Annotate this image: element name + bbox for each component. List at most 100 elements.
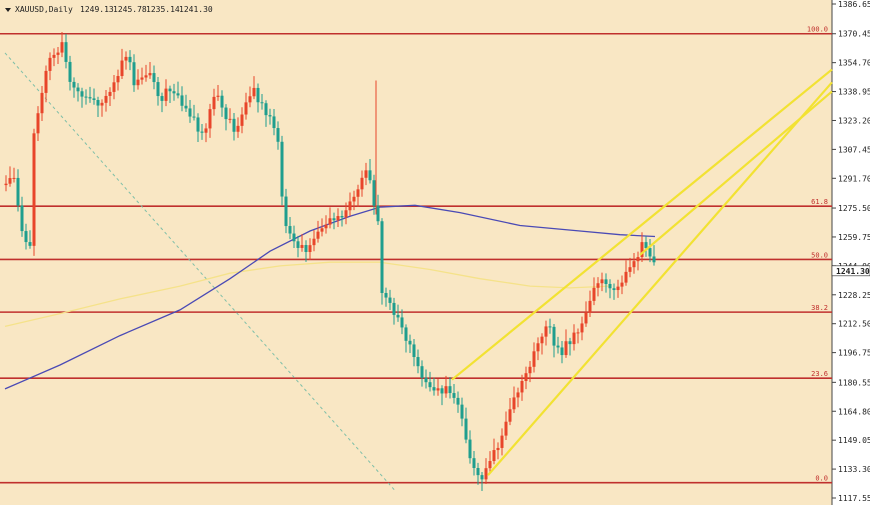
candle-body (452, 393, 456, 398)
candle-body (172, 91, 176, 94)
candle-body (80, 91, 84, 97)
candle-body (412, 344, 416, 358)
candle-body (628, 267, 632, 272)
candle-body (368, 170, 372, 181)
candle-body (316, 231, 320, 239)
candle-body (488, 461, 492, 469)
candle-body (100, 102, 104, 106)
candle-body (8, 178, 12, 184)
fib-level-label: 38.2 (811, 304, 828, 312)
ohlc-low: 1235.14 (146, 5, 180, 14)
candle-body (652, 256, 656, 263)
candle-body (292, 233, 296, 242)
price-tick-label: 1291.70 (838, 174, 870, 183)
candle-body (128, 56, 132, 63)
candle-body (144, 75, 148, 78)
candle-body (564, 341, 568, 356)
candle-body (88, 97, 92, 99)
candle-body (24, 231, 28, 243)
candle-body (12, 177, 16, 179)
candle-body (264, 103, 268, 116)
candle-body (148, 73, 152, 76)
candle-body (376, 205, 380, 222)
candle-body (152, 73, 156, 83)
ohlc-close: 1241.30 (179, 5, 213, 14)
candle-body (4, 183, 8, 186)
candle-body (408, 340, 412, 345)
candle-body (648, 248, 652, 257)
candle-body (384, 292, 388, 298)
candle-body (540, 336, 544, 344)
fib-level-label: 50.0 (811, 251, 828, 259)
candle-body (188, 108, 192, 117)
price-tick-label: 1338.95 (838, 88, 870, 97)
candle-body (64, 42, 68, 62)
plot-background (0, 0, 832, 505)
candle-body (240, 114, 244, 126)
candle-body (392, 302, 396, 315)
price-tick-label: 1133.30 (838, 465, 870, 474)
price-tick-label: 1370.45 (838, 30, 870, 39)
candle-body (164, 88, 168, 101)
price-tick-label: 1196.75 (838, 349, 870, 358)
candle-body (176, 93, 180, 96)
price-tick-label: 1354.70 (838, 59, 870, 68)
candle-body (536, 343, 540, 352)
candle-body (344, 210, 348, 218)
candle-body (616, 286, 620, 291)
candle-body (632, 261, 636, 268)
current-price-label: 1241.30 (836, 267, 870, 276)
candle-body (260, 102, 264, 104)
candle-body (104, 95, 108, 103)
candle-body (300, 245, 304, 248)
candle-body (184, 105, 188, 109)
candle-body (272, 116, 276, 129)
candle-body (44, 70, 48, 93)
candle-body (600, 279, 604, 284)
candle-body (552, 326, 556, 346)
candle-body (584, 312, 588, 324)
candle-body (360, 177, 364, 190)
ohlc-open: 1249.13 (80, 5, 114, 14)
candle-body (28, 242, 32, 246)
candle-body (324, 224, 328, 229)
candle-body (48, 57, 52, 71)
candle-body (424, 377, 428, 383)
candle-body (372, 180, 376, 206)
candle-body (556, 345, 560, 348)
candle-body (192, 116, 196, 118)
candle-body (588, 300, 592, 313)
candle-body (72, 81, 76, 88)
price-tick-label: 1323.20 (838, 116, 870, 125)
candle-body (96, 100, 100, 106)
candle-body (440, 388, 444, 394)
candle-body (352, 196, 356, 202)
candle-body (220, 95, 224, 108)
candle-body (236, 125, 240, 132)
axis-background (832, 0, 870, 505)
candle-body (340, 216, 344, 218)
candle-body (136, 79, 140, 86)
price-tick-label: 1275.50 (838, 204, 870, 213)
candle-body (304, 245, 308, 253)
candle-body (528, 366, 532, 374)
candle-body (308, 245, 312, 253)
candle-body (592, 287, 596, 301)
candle-body (636, 257, 640, 262)
candle-body (580, 323, 584, 333)
candle-body (280, 141, 284, 197)
candle-body (404, 327, 408, 341)
price-chart[interactable]: 100.0 61.8 50.0 38.2 23.6 0.0 1386.65 1370.45 1… (0, 0, 870, 505)
candle-body (464, 418, 468, 440)
candle-body (244, 102, 248, 115)
price-tick-label: 1228.25 (838, 291, 870, 300)
candle-body (56, 52, 60, 55)
candle-body (608, 283, 612, 289)
candle-body (400, 317, 404, 328)
candle-body (116, 76, 120, 83)
candle-body (256, 87, 260, 103)
fib-level-label: 0.0 (815, 475, 828, 483)
chart-container[interactable]: 100.0 61.8 50.0 38.2 23.6 0.0 1386.65 1370.45 1… (0, 0, 870, 505)
candle-body (568, 341, 572, 345)
candle-body (476, 468, 480, 476)
